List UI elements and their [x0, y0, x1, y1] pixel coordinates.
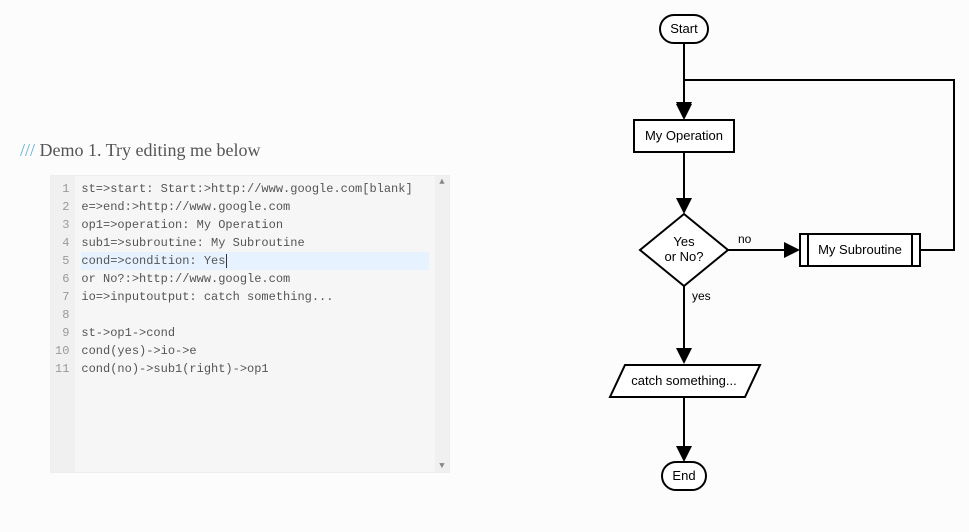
no-label: no [738, 232, 752, 246]
code-line[interactable]: or No?:>http://www.google.com [81, 270, 429, 288]
code-line[interactable]: st->op1->cond [81, 324, 429, 342]
edge-loop [684, 80, 954, 250]
flowchart-panel: Start My Operation Yes or No? yes no [460, 0, 969, 532]
flowchart-svg: Start My Operation Yes or No? yes no [460, 0, 969, 532]
operation-node[interactable]: My Operation [634, 120, 734, 152]
subroutine-node[interactable]: My Subroutine [800, 234, 920, 266]
start-node[interactable]: Start [660, 15, 708, 43]
line-number: 10 [55, 342, 69, 360]
editor-panel: /// Demo 1. Try editing me below 1 2 3 4… [0, 0, 460, 532]
io-node[interactable]: catch something... [610, 365, 760, 397]
line-number: 4 [55, 234, 69, 252]
svg-text:Yes: Yes [673, 234, 695, 249]
line-number: 11 [55, 360, 69, 378]
line-number-gutter: 1 2 3 4 5 6 7 8 9 10 11 [51, 176, 75, 472]
svg-text:My Subroutine: My Subroutine [818, 242, 902, 257]
scroll-down-icon[interactable]: ▼ [438, 462, 446, 470]
scroll-up-icon[interactable]: ▲ [438, 178, 446, 186]
svg-text:Start: Start [670, 21, 698, 36]
code-line[interactable]: cond(no)->sub1(right)->op1 [81, 360, 429, 378]
line-number: 1 [55, 180, 69, 198]
line-number: 6 [55, 270, 69, 288]
svg-text:My Operation: My Operation [645, 128, 723, 143]
code-line[interactable]: e=>end:>http://www.google.com [81, 198, 429, 216]
code-area[interactable]: st=>start: Start:>http://www.google.com[… [75, 176, 435, 472]
svg-text:catch something...: catch something... [631, 373, 737, 388]
line-number: 7 [55, 288, 69, 306]
svg-text:or No?: or No? [664, 249, 703, 264]
line-number: 2 [55, 198, 69, 216]
code-line[interactable]: cond(yes)->io->e [81, 342, 429, 360]
svg-text:End: End [672, 468, 695, 483]
line-number: 8 [55, 306, 69, 324]
code-line-active[interactable]: cond=>condition: Yes [81, 252, 429, 270]
code-line[interactable]: sub1=>subroutine: My Subroutine [81, 234, 429, 252]
line-number: 9 [55, 324, 69, 342]
line-number: 5 [55, 252, 69, 270]
line-number: 3 [55, 216, 69, 234]
editor-scrollbar[interactable]: ▲ ▼ [435, 176, 449, 472]
condition-node[interactable]: Yes or No? [640, 214, 728, 286]
code-editor[interactable]: 1 2 3 4 5 6 7 8 9 10 11 st=>start: Start… [50, 175, 450, 473]
text-cursor [226, 254, 227, 268]
yes-label: yes [692, 289, 711, 303]
demo-title: /// Demo 1. Try editing me below [20, 140, 261, 161]
title-text: Demo 1. Try editing me below [35, 140, 261, 160]
code-line[interactable]: op1=>operation: My Operation [81, 216, 429, 234]
end-node[interactable]: End [662, 462, 706, 490]
code-line[interactable]: io=>inputoutput: catch something... [81, 288, 429, 306]
code-line[interactable]: st=>start: Start:>http://www.google.com[… [81, 180, 429, 198]
title-slashes: /// [20, 140, 35, 160]
code-line[interactable] [81, 306, 429, 324]
